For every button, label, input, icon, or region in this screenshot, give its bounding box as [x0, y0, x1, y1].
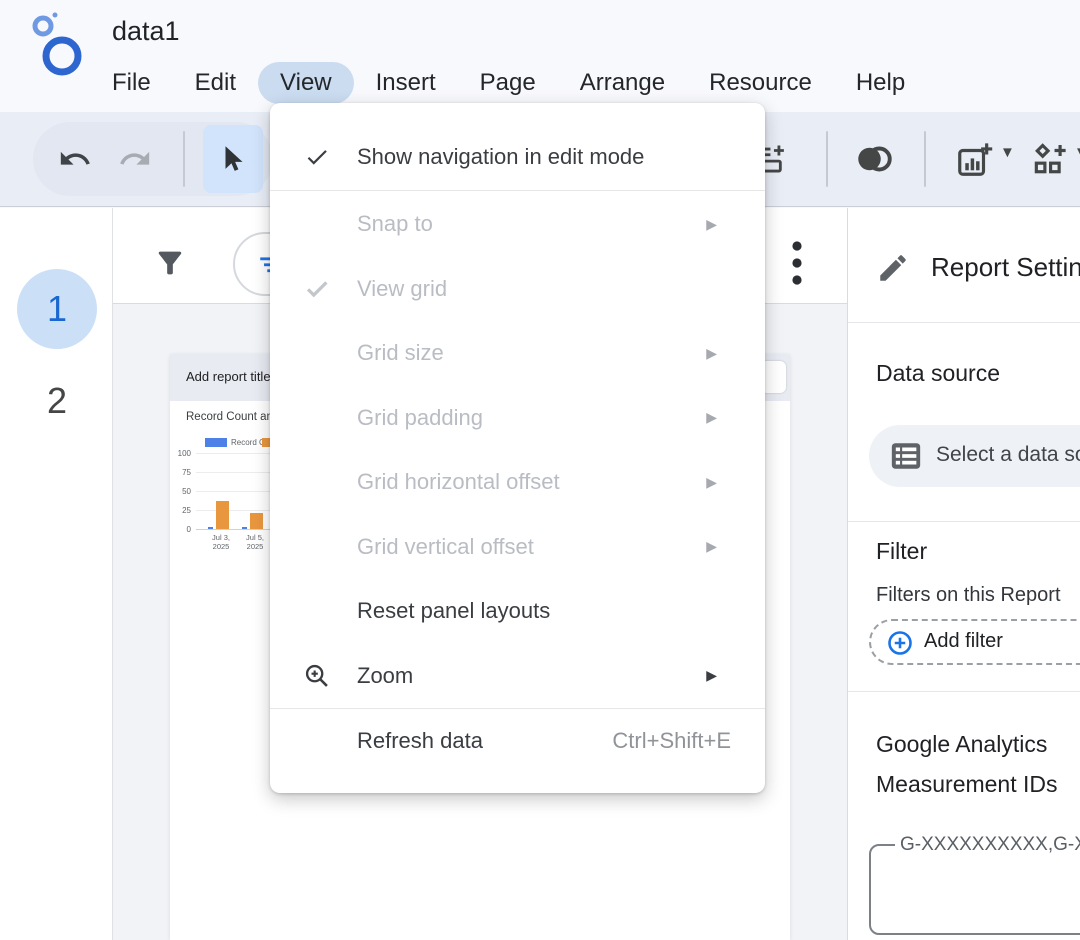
panel-divider	[848, 691, 1080, 692]
toolbar-divider	[924, 131, 926, 187]
y-axis-tick: 75	[170, 468, 191, 477]
submenu-arrow-icon: ▶	[706, 345, 717, 362]
view-menu-item[interactable]: Grid padding ▶	[270, 386, 765, 451]
menu-bar-item-insert[interactable]: Insert	[354, 62, 458, 104]
checkmark-icon	[304, 276, 330, 302]
filter-subheading: Filters on this Report	[876, 584, 1061, 607]
view-menu-item[interactable]: Grid horizontal offset ▶	[270, 450, 765, 515]
submenu-arrow-icon: ▶	[706, 474, 717, 491]
bar-record-count	[242, 527, 247, 529]
page-thumbnail[interactable]: 2	[17, 361, 97, 441]
view-menu-item[interactable]: Snap to ▶	[270, 192, 765, 257]
kebab-menu-icon[interactable]	[787, 238, 807, 288]
y-axis-tick: 50	[170, 487, 191, 496]
y-axis-tick: 100	[170, 449, 191, 458]
menu-item-label: Grid size	[357, 340, 444, 366]
toolbar-divider	[826, 131, 828, 187]
add-chart-icon[interactable]	[955, 141, 993, 179]
x-axis-label: Jul 3,2025	[204, 533, 238, 551]
y-axis-tick: 25	[170, 506, 191, 515]
menu-item-label: Snap to	[357, 211, 433, 237]
menu-bar-item-resource[interactable]: Resource	[687, 62, 834, 104]
page-thumbnail[interactable]: 1	[17, 269, 97, 349]
ga-heading-line2: Measurement IDs	[876, 771, 1058, 798]
looker-studio-logo-icon[interactable]	[28, 10, 90, 82]
menu-bar-item-edit[interactable]: Edit	[173, 62, 258, 104]
pencil-icon	[876, 251, 910, 285]
document-title[interactable]: data1	[112, 16, 180, 47]
zoom-in-icon	[303, 662, 331, 690]
data-source-heading: Data source	[876, 360, 1000, 387]
legend-swatch-record-count	[205, 438, 227, 447]
submenu-arrow-icon: ▶	[706, 216, 717, 233]
menu-item-label: Grid horizontal offset	[357, 469, 560, 495]
submenu-arrow-icon: ▶	[706, 538, 717, 555]
filter-funnel-icon[interactable]	[153, 246, 187, 280]
view-menu-item[interactable]: Grid vertical offset ▶	[270, 515, 765, 580]
menu-item-label: Grid vertical offset	[357, 534, 534, 560]
y-axis-tick: 0	[170, 525, 191, 534]
menu-bar-item-arrange[interactable]: Arrange	[558, 62, 687, 104]
report-settings-panel: Report Settings Data source Select a dat…	[847, 208, 1080, 940]
view-menu-item[interactable]: Zoom ▶	[270, 644, 765, 709]
panel-divider	[848, 521, 1080, 522]
view-menu-item[interactable]: View grid	[270, 257, 765, 322]
select-data-source-button[interactable]: Select a data source	[869, 425, 1080, 487]
ga-heading-line1: Google Analytics	[876, 731, 1047, 758]
panel-header: Report Settings	[848, 208, 1080, 323]
menu-divider	[270, 190, 765, 191]
bar-series2	[216, 501, 229, 529]
menu-bar: FileEditViewInsertPageArrangeResourceHel…	[90, 60, 927, 106]
menu-item-label: Reset panel layouts	[357, 598, 550, 624]
bar-series2	[250, 513, 263, 529]
looker-studio-window: data1 FileEditViewInsertPageArrangeResou…	[0, 0, 1080, 940]
ga-field-label: G-XXXXXXXXXX,G-XXXXXXXXXX	[895, 834, 1080, 856]
select-data-source-label: Select a data source	[936, 443, 1080, 467]
checkmark-icon	[304, 144, 330, 170]
add-circle-icon	[886, 629, 914, 657]
menu-bar-item-page[interactable]: Page	[458, 62, 558, 104]
menu-bar-item-file[interactable]: File	[90, 62, 173, 104]
menu-bar-item-help[interactable]: Help	[834, 62, 927, 104]
submenu-arrow-icon: ▶	[706, 667, 717, 684]
page-navigation: 12	[0, 208, 113, 940]
data-source-table-icon	[889, 439, 923, 473]
menu-item-label: Show navigation in edit mode	[357, 144, 644, 170]
ga-measurement-id-field[interactable]: G-XXXXXXXXXX,G-XXXXXXXXXX	[869, 844, 1080, 935]
add-filter-label: Add filter	[924, 630, 1003, 653]
chevron-down-icon[interactable]: ▼	[1074, 144, 1080, 161]
redo-icon[interactable]	[118, 142, 152, 176]
view-menu-item[interactable]: Refresh data Ctrl+Shift+E	[270, 709, 765, 773]
undo-icon[interactable]	[58, 142, 92, 176]
add-filter-button[interactable]: Add filter	[869, 619, 1080, 665]
toolbar-divider	[183, 131, 185, 187]
filter-heading: Filter	[876, 538, 927, 565]
top-header: data1 FileEditViewInsertPageArrangeResou…	[0, 0, 1080, 112]
blend-data-icon[interactable]	[853, 141, 895, 177]
submenu-arrow-icon: ▶	[706, 409, 717, 426]
bar-record-count	[208, 527, 213, 529]
view-menu-item[interactable]: Reset panel layouts	[270, 579, 765, 644]
chevron-down-icon[interactable]: ▼	[1000, 144, 1015, 161]
menu-item-label: Grid padding	[357, 405, 483, 431]
view-menu-item[interactable]: Show navigation in edit mode	[270, 124, 765, 190]
menu-item-label: Zoom	[357, 663, 413, 689]
view-dropdown-menu: Show navigation in edit mode Snap to ▶ V…	[270, 103, 765, 793]
menu-item-shortcut: Ctrl+Shift+E	[612, 728, 731, 754]
add-control-icon[interactable]	[1030, 141, 1068, 179]
menu-item-label: View grid	[357, 276, 447, 302]
panel-title: Report Settings	[931, 252, 1080, 283]
x-axis-label: Jul 5,2025	[238, 533, 272, 551]
cursor-icon	[217, 142, 251, 176]
menu-item-label: Refresh data	[357, 728, 483, 754]
view-menu-item[interactable]: Grid size ▶	[270, 321, 765, 386]
menu-bar-item-view[interactable]: View	[258, 62, 354, 104]
report-title-placeholder[interactable]: Add report title	[186, 369, 271, 384]
select-tool-selected[interactable]	[203, 125, 263, 193]
